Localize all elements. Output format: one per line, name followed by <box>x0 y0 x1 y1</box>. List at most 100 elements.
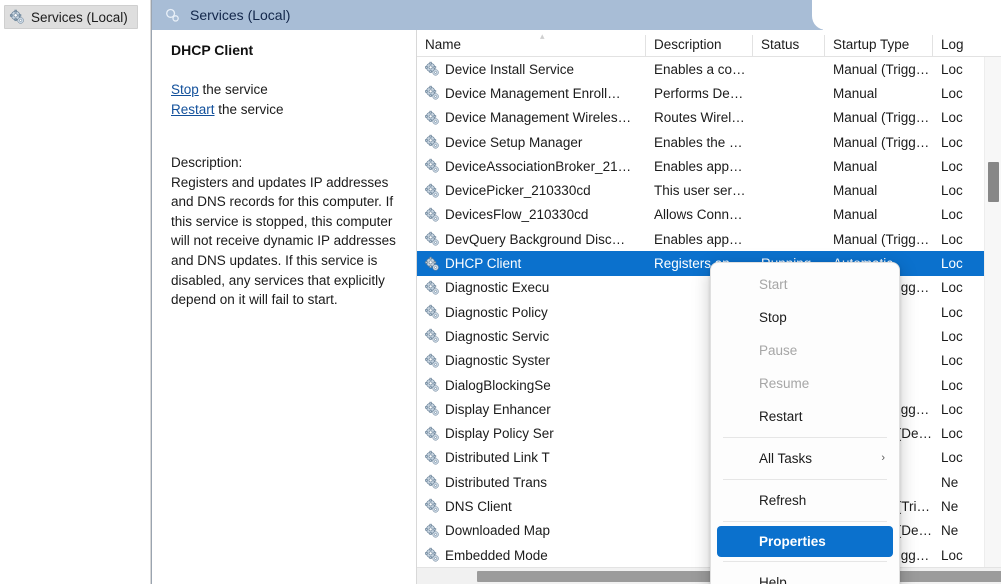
cell-name: DevicesFlow_210330cd <box>417 207 646 223</box>
cell-description: Performs De… <box>646 86 753 101</box>
menu-item-all-tasks[interactable]: All Tasks› <box>711 442 899 475</box>
service-gear-icon <box>424 280 440 296</box>
service-gear-icon <box>424 523 440 539</box>
table-row[interactable]: DevicePicker_210330cdThis user ser…Manua… <box>417 178 1001 202</box>
service-name-label: DevQuery Background Disc… <box>445 232 625 247</box>
service-context-menu: StartStopPauseResumeRestartAll Tasks›Ref… <box>710 262 900 584</box>
service-gear-icon <box>424 134 440 150</box>
menu-separator <box>723 561 887 562</box>
tab-services-local[interactable]: Services (Local) <box>152 0 823 30</box>
table-row[interactable]: Diagnostic ServicRunningManualLoc <box>417 324 1001 348</box>
menu-item-label: Start <box>759 277 788 292</box>
services-list-view: ▴ Name Description Status Startup Type L… <box>416 30 1001 584</box>
table-row[interactable]: Device Management Wireles…Routes Wirel…M… <box>417 106 1001 130</box>
service-name-label: DNS Client <box>445 499 512 514</box>
service-gear-icon <box>424 110 440 126</box>
service-name-label: Distributed Trans <box>445 475 547 490</box>
service-name-label: Device Install Service <box>445 62 574 77</box>
column-header-description[interactable]: Description <box>646 35 753 57</box>
cell-description: Enables app… <box>646 232 753 247</box>
service-gear-icon <box>424 85 440 101</box>
service-gear-icon <box>424 61 440 77</box>
menu-item-label: Properties <box>759 534 826 549</box>
cell-startup-type: Manual <box>825 86 933 101</box>
column-header-startup-type[interactable]: Startup Type <box>825 35 933 57</box>
table-row[interactable]: DevicesFlow_210330cdAllows Conn…ManualLo… <box>417 203 1001 227</box>
table-row[interactable]: Distributed Link TRunningAutomaticLoc <box>417 446 1001 470</box>
menu-separator <box>723 521 887 522</box>
menu-item-help[interactable]: Help <box>711 566 899 584</box>
restart-service-link[interactable]: Restart <box>171 102 215 117</box>
service-gear-icon <box>424 328 440 344</box>
column-header-name[interactable]: Name <box>417 35 646 57</box>
table-row[interactable]: Device Install ServiceEnables a co…Manua… <box>417 57 1001 81</box>
cell-name: Diagnostic Servic <box>417 328 646 344</box>
table-row[interactable]: Device Management Enroll… Performs De… Man… <box>417 81 1001 105</box>
service-gear-icon <box>424 207 440 223</box>
service-name-label: Embedded Mode <box>445 548 548 563</box>
service-detail-pane: DHCP Client Stop the service Restart the… <box>152 30 416 584</box>
console-tree-pane: Services (Local) <box>0 0 151 584</box>
service-name-label: Device Management Enroll… <box>445 86 621 101</box>
tree-node-services-local[interactable]: Services (Local) <box>4 5 138 29</box>
table-row[interactable]: Diagnostic SysterRunningManualLoc <box>417 349 1001 373</box>
services-gear-icon <box>9 9 25 25</box>
tab-strip: Services (Local) <box>152 0 1001 30</box>
table-row[interactable]: Embedded ModeManual (Trigg…Loc <box>417 543 1001 567</box>
menu-item-label: Pause <box>759 343 797 358</box>
table-row[interactable]: Distributed TransManualNe <box>417 470 1001 494</box>
tab-label: Services (Local) <box>190 7 290 23</box>
cell-description: Enables app… <box>646 159 753 174</box>
table-row[interactable]: DNS ClientRunningAutomatic (Tri…Ne <box>417 494 1001 518</box>
cell-name: Embedded Mode <box>417 547 646 563</box>
table-row[interactable]: Downloaded MapAutomatic (De…Ne <box>417 519 1001 543</box>
console-right-pane: Services (Local) DHCP Client Stop the se… <box>151 0 1001 584</box>
description-label: Description: <box>171 153 402 173</box>
menu-item-stop[interactable]: Stop <box>711 301 899 334</box>
service-gear-icon <box>424 256 440 272</box>
cell-name: Display Enhancer <box>417 401 646 417</box>
table-row[interactable]: Display EnhancerRunningManual (Trigg…Loc <box>417 397 1001 421</box>
table-row[interactable]: DevQuery Background Disc…Enables app…Man… <box>417 227 1001 251</box>
service-name-label: Device Management Wireles… <box>445 110 631 125</box>
vertical-scrollbar[interactable] <box>984 57 1001 567</box>
stop-service-link[interactable]: Stop <box>171 82 199 97</box>
menu-item-pause: Pause <box>711 334 899 367</box>
cell-name: Display Policy Ser <box>417 426 646 442</box>
cell-name: Diagnostic Execu <box>417 280 646 296</box>
table-row[interactable]: DHCP ClientRegisters anRunningAutomaticL… <box>417 251 1001 275</box>
cell-startup-type: Manual (Trigg… <box>825 135 933 150</box>
service-name-label: Distributed Link T <box>445 450 550 465</box>
menu-item-refresh[interactable]: Refresh <box>711 484 899 517</box>
table-row[interactable]: DeviceAssociationBroker_21…Enables app…M… <box>417 154 1001 178</box>
menu-item-restart[interactable]: Restart <box>711 400 899 433</box>
service-gear-icon <box>424 231 440 247</box>
cell-description: This user ser… <box>646 183 753 198</box>
service-name-label: DHCP Client <box>445 256 521 271</box>
service-gear-icon <box>424 450 440 466</box>
service-name-label: Device Setup Manager <box>445 135 582 150</box>
menu-item-label: Stop <box>759 310 787 325</box>
table-row[interactable]: Device Setup Manager Enables the … Manual … <box>417 130 1001 154</box>
service-name-label: Diagnostic Servic <box>445 329 549 344</box>
table-row[interactable]: Diagnostic PolicyRunningAutomaticLoc <box>417 300 1001 324</box>
chevron-right-icon: › <box>881 442 885 475</box>
table-row[interactable]: Diagnostic ExecuManual (Trigg…Loc <box>417 276 1001 300</box>
cell-name: DHCP Client <box>417 256 646 272</box>
services-console: Services (Local) Services (Local) <box>0 0 1001 584</box>
table-row[interactable]: DialogBlockingSeDisabledLoc <box>417 373 1001 397</box>
horizontal-scrollbar[interactable] <box>417 567 1001 584</box>
cell-startup-type: Manual <box>825 183 933 198</box>
service-gear-icon <box>424 183 440 199</box>
restart-service-line: Restart the service <box>171 100 402 120</box>
table-row[interactable]: Display Policy SerRunningAutomatic (De…L… <box>417 421 1001 445</box>
menu-item-properties[interactable]: Properties <box>717 526 893 557</box>
vertical-scrollbar-thumb[interactable] <box>988 162 999 202</box>
column-header-log-on-as[interactable]: Log <box>933 35 1001 57</box>
stop-service-suffix: the service <box>199 82 268 97</box>
list-rows-viewport: Device Install ServiceEnables a co…Manua… <box>417 57 1001 584</box>
cell-description: Enables the … <box>646 135 753 150</box>
service-gear-icon <box>424 474 440 490</box>
tree-node-label: Services (Local) <box>31 10 128 25</box>
column-header-status[interactable]: Status <box>753 35 825 57</box>
